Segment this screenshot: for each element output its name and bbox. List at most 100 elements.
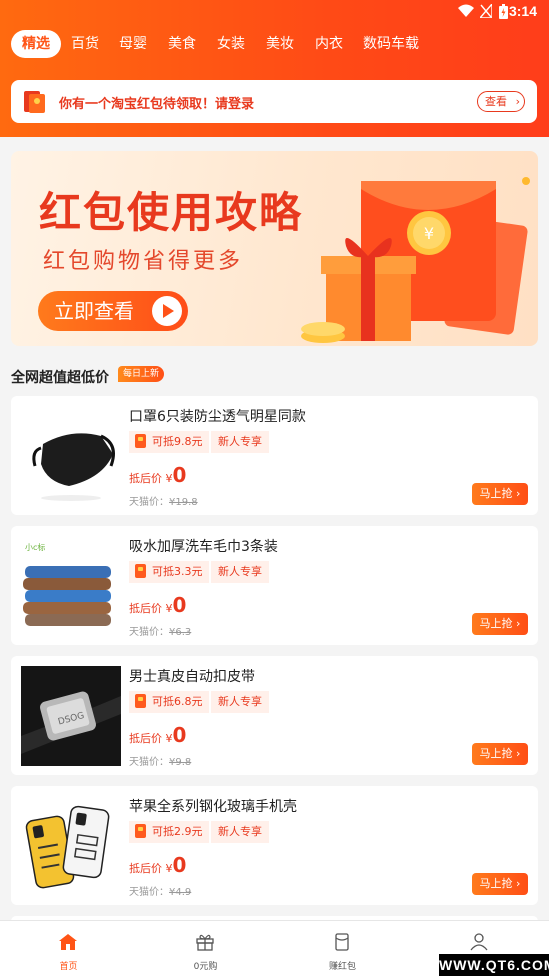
tab-food[interactable]: 美食	[161, 30, 203, 58]
nav-home-label: 首页	[59, 962, 78, 972]
price-value: 0	[172, 853, 187, 877]
svg-text:¥: ¥	[424, 224, 434, 243]
chevron-right-icon: ›	[515, 95, 520, 108]
original-price: 天猫价：¥9.8	[129, 753, 191, 768]
original-price-value: ¥19.8	[169, 497, 198, 508]
play-icon	[152, 296, 182, 326]
login-notice[interactable]: 你有一个淘宝红包待领取！请登录 查看 ›	[11, 80, 537, 123]
price-value: 0	[172, 723, 187, 747]
nav-earn-redpacket-label: 赚红包	[328, 962, 356, 972]
section-title: 全网超值超低价	[11, 370, 109, 386]
notice-text: 你有一个淘宝红包待领取！请登录	[59, 97, 255, 112]
product-card[interactable]: 苹果全系列钢化玻璃手机壳 可抵2.9元 新人专享 抵后价 ¥0 天猫价：¥4.9…	[11, 786, 538, 905]
final-price: 抵后价 ¥0	[129, 853, 186, 877]
view-button[interactable]: 查看 ›	[477, 91, 525, 112]
new-user-tag: 新人专享	[211, 691, 269, 713]
product-name: 男士真皮自动扣皮带	[129, 669, 255, 685]
tab-womens[interactable]: 女装	[210, 30, 252, 58]
nav-earn-redpacket[interactable]: 赚红包	[274, 921, 411, 976]
category-tabs: 精选 百货 母婴 美食 女装 美妆 内衣 数码车载	[0, 30, 549, 60]
coupon-text: 可抵6.8元	[152, 695, 203, 708]
clock: 3:14	[508, 3, 537, 19]
red-envelope-outline-icon	[335, 933, 349, 951]
price-label: 抵后价 ¥	[129, 602, 173, 615]
price-value: 0	[172, 593, 187, 617]
nav-zero-buy[interactable]: 0元购	[137, 921, 274, 976]
watermark: WWW.QT6.COM	[439, 954, 549, 976]
tab-general[interactable]: 百货	[64, 30, 106, 58]
new-user-tag: 新人专享	[211, 561, 269, 583]
original-price-label: 天猫价：	[129, 627, 169, 638]
tab-underwear[interactable]: 内衣	[308, 30, 350, 58]
red-envelope-gift-illustration: ¥	[301, 177, 530, 343]
nav-home[interactable]: 首页	[0, 921, 137, 976]
signal-off-icon	[480, 4, 492, 18]
original-price-value: ¥4.9	[169, 887, 192, 898]
user-icon	[470, 933, 488, 951]
original-price-label: 天猫价：	[129, 497, 169, 508]
new-user-tag: 新人专享	[211, 431, 269, 453]
red-envelope-icon	[135, 434, 146, 448]
buy-now-button[interactable]: 马上抢 ›	[472, 613, 528, 635]
promo-banner[interactable]: 红包使用攻略 红包购物省得更多 立即查看 ¥	[11, 151, 538, 346]
original-price-value: ¥6.3	[169, 627, 192, 638]
svg-text:小c标: 小c标	[25, 542, 45, 552]
coupon-tag: 可抵2.9元	[129, 821, 209, 843]
red-envelope-icon	[135, 824, 146, 838]
red-envelope-icon	[135, 694, 146, 708]
original-price-label: 天猫价：	[129, 757, 169, 768]
new-user-tag: 新人专享	[211, 821, 269, 843]
coupon-tag: 可抵3.3元	[129, 561, 209, 583]
banner-cta-label: 立即查看	[54, 299, 134, 323]
product-card[interactable]: 口罩6只装防尘透气明星同款 可抵9.8元 新人专享 抵后价 ¥0 天猫价：¥19…	[11, 396, 538, 515]
product-name: 口罩6只装防尘透气明星同款	[129, 409, 306, 425]
product-image-mask	[21, 406, 121, 506]
product-name: 苹果全系列钢化玻璃手机壳	[129, 799, 297, 815]
header: 3:14 精选 百货 母婴 美食 女装 美妆 内衣 数码车载 你有一个淘宝红包待…	[0, 0, 549, 137]
buy-now-label: 马上抢	[479, 487, 513, 500]
banner-cta-button[interactable]: 立即查看	[38, 291, 188, 331]
coupon-text: 可抵9.8元	[152, 435, 203, 448]
product-image-belt: DSOG	[21, 666, 121, 766]
nav-zero-buy-label: 0元购	[193, 962, 218, 972]
tab-featured[interactable]: 精选	[11, 30, 61, 58]
original-price-label: 天猫价：	[129, 887, 169, 898]
status-bar: 3:14	[0, 0, 549, 24]
home-icon	[59, 934, 77, 950]
tab-digital[interactable]: 数码车载	[358, 30, 424, 58]
original-price: 天猫价：¥19.8	[129, 493, 198, 508]
coupon-tag: 可抵6.8元	[129, 691, 209, 713]
buy-now-button[interactable]: 马上抢 ›	[472, 743, 528, 765]
product-card[interactable]: 小c标 吸水加厚洗车毛巾3条装 可抵3.3元 新人专享 抵后价 ¥0 天猫价：¥…	[11, 526, 538, 645]
coupon-tag: 可抵9.8元	[129, 431, 209, 453]
buy-now-label: 马上抢	[479, 747, 513, 760]
price-label: 抵后价 ¥	[129, 732, 173, 745]
final-price: 抵后价 ¥0	[129, 723, 186, 747]
price-label: 抵后价 ¥	[129, 862, 173, 875]
final-price: 抵后价 ¥0	[129, 463, 186, 487]
price-value: 0	[172, 463, 187, 487]
tab-beauty[interactable]: 美妆	[259, 30, 301, 58]
original-price-value: ¥9.8	[169, 757, 192, 768]
product-image-phone-case	[21, 796, 121, 896]
buy-now-button[interactable]: 马上抢 ›	[472, 873, 528, 895]
product-image-towel: 小c标	[21, 536, 121, 636]
original-price: 天猫价：¥4.9	[129, 883, 191, 898]
coupon-text: 可抵2.9元	[152, 825, 203, 838]
wifi-icon	[458, 4, 474, 17]
coupon-text: 可抵3.3元	[152, 565, 203, 578]
view-button-label: 查看	[485, 95, 507, 108]
final-price: 抵后价 ¥0	[129, 593, 186, 617]
buy-now-button[interactable]: 马上抢 ›	[472, 483, 528, 505]
banner-subtitle: 红包购物省得更多	[43, 249, 244, 274]
price-label: 抵后价 ¥	[129, 472, 173, 485]
buy-now-label: 马上抢	[479, 617, 513, 630]
tab-baby[interactable]: 母婴	[112, 30, 154, 58]
gift-icon	[196, 934, 214, 951]
product-card[interactable]: DSOG 男士真皮自动扣皮带 可抵6.8元 新人专享 抵后价 ¥0 天猫价：¥9…	[11, 656, 538, 775]
daily-new-badge: 每日上新	[118, 366, 165, 382]
red-envelope-icon	[24, 91, 45, 113]
buy-now-label: 马上抢	[479, 877, 513, 890]
red-envelope-icon	[135, 564, 146, 578]
original-price: 天猫价：¥6.3	[129, 623, 191, 638]
